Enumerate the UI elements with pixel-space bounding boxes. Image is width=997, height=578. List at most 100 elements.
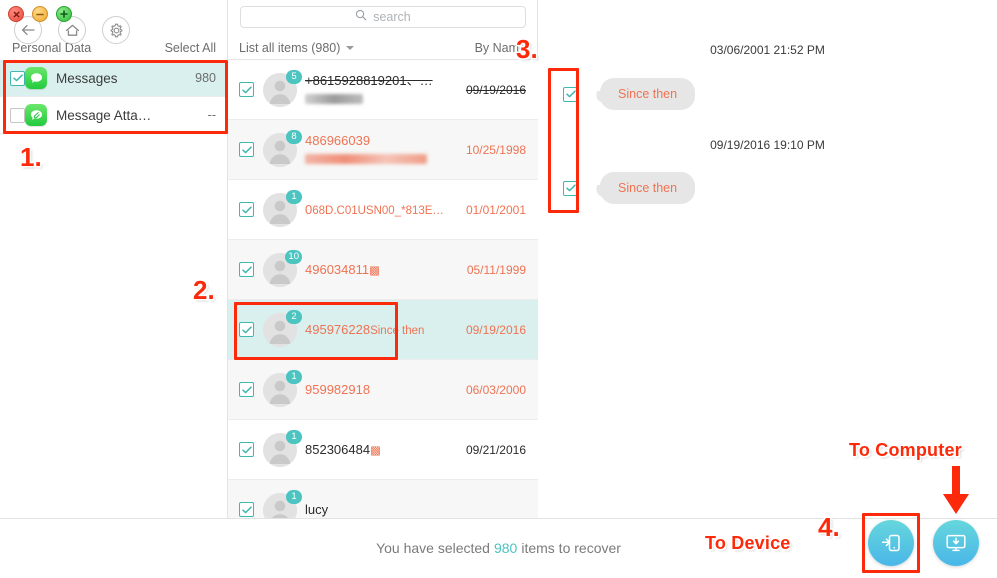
avatar: 1 bbox=[263, 193, 297, 227]
list-item-text: 068D.C01USN00_*813E… bbox=[305, 201, 440, 219]
avatar: 1 bbox=[263, 433, 297, 467]
recover-to-device-button[interactable] bbox=[868, 520, 914, 566]
list-item-date: 09/21/2016 bbox=[440, 443, 538, 457]
list-item-text: 959982918 bbox=[305, 381, 440, 399]
list-item-date: 05/11/1999 bbox=[440, 263, 538, 277]
avatar: 1 bbox=[263, 493, 297, 519]
message-detail-panel: 03/06/2001 21:52 PM Since then 09/19/201… bbox=[538, 0, 997, 518]
list-item-text: 486966039 bbox=[305, 132, 440, 168]
list-item-subtitle: ▩ bbox=[370, 445, 381, 457]
avatar: 1 bbox=[263, 373, 297, 407]
bottom-toolbar bbox=[0, 518, 997, 578]
message-bubble: Since then bbox=[600, 78, 695, 110]
list-item-text: +8615928819201、… bbox=[305, 72, 440, 108]
minimize-icon[interactable] bbox=[32, 6, 48, 22]
message-attachment-icon bbox=[25, 104, 47, 126]
list-item-checkbox[interactable] bbox=[239, 202, 254, 217]
list-item-date: 06/03/2000 bbox=[440, 383, 538, 397]
list-item-checkbox[interactable] bbox=[239, 82, 254, 97]
unread-badge: 2 bbox=[286, 310, 302, 324]
message-row: Since then bbox=[548, 172, 695, 204]
maximize-icon[interactable] bbox=[56, 6, 72, 22]
list-item[interactable]: 8486966039 10/25/1998 bbox=[228, 120, 538, 180]
list-item-subtitle: 68D.C01USN00_*813E… bbox=[312, 205, 444, 217]
to-computer-icon bbox=[944, 531, 968, 555]
list-item-date: 10/25/1998 bbox=[440, 143, 538, 157]
list-header: List all items (980) By Name bbox=[228, 36, 538, 60]
message-list[interactable]: 5+8615928819201、…09/19/2016848696603910/… bbox=[228, 60, 538, 518]
list-sort-button[interactable]: By Name bbox=[475, 41, 526, 55]
avatar: 5 bbox=[263, 73, 297, 107]
close-icon[interactable] bbox=[8, 6, 24, 22]
sidebar-checkbox-messages[interactable] bbox=[10, 71, 25, 86]
select-all-button[interactable]: Select All bbox=[165, 41, 216, 55]
unread-badge: 10 bbox=[285, 250, 302, 264]
list-item[interactable]: 2495976228Since then09/19/2016 bbox=[228, 300, 538, 360]
list-filter-label: List all items (980) bbox=[239, 41, 340, 55]
list-item-checkbox[interactable] bbox=[239, 262, 254, 277]
search-placeholder: search bbox=[373, 10, 411, 24]
list-item-subtitle: Since then bbox=[370, 325, 424, 337]
sidebar-checkbox-message-attachments[interactable] bbox=[10, 108, 25, 123]
list-item-subtitle: ▩ bbox=[369, 265, 380, 277]
list-item-text: 852306484▩ bbox=[305, 441, 440, 459]
settings-icon bbox=[109, 23, 124, 38]
settings-button[interactable] bbox=[102, 16, 130, 44]
list-item[interactable]: 1068D.C01USN00_*813E…01/01/2001 bbox=[228, 180, 538, 240]
list-item[interactable]: 1lucy bbox=[228, 480, 538, 518]
list-item-subtitle bbox=[305, 94, 363, 106]
message-list-column: search List all items (980) By Name 5+86… bbox=[228, 0, 538, 518]
list-item-title: +8615928819201、… bbox=[305, 73, 433, 88]
list-item-title: lucy bbox=[305, 502, 328, 517]
list-item-subtitle bbox=[305, 154, 427, 166]
message-checkbox[interactable] bbox=[563, 181, 578, 196]
sidebar: Personal Data Select All Messages 980 bbox=[0, 0, 228, 518]
unread-badge: 1 bbox=[286, 190, 302, 204]
message-bubble: Since then bbox=[600, 172, 695, 204]
search-bar: search bbox=[228, 0, 538, 34]
unread-badge: 5 bbox=[286, 70, 302, 84]
sidebar-item-label: Messages bbox=[56, 71, 195, 86]
sidebar-item-messages[interactable]: Messages 980 bbox=[0, 60, 228, 97]
list-item-title: 496034811 bbox=[305, 262, 369, 277]
list-item-checkbox[interactable] bbox=[239, 502, 254, 517]
window-controls bbox=[8, 6, 72, 22]
unread-badge: 1 bbox=[286, 490, 302, 504]
avatar: 10 bbox=[263, 253, 297, 287]
search-icon bbox=[355, 8, 367, 26]
message-timestamp: 03/06/2001 21:52 PM bbox=[538, 43, 997, 57]
list-item-text: lucy bbox=[305, 501, 440, 519]
list-item-title: 486966039 bbox=[305, 133, 370, 148]
avatar: 2 bbox=[263, 313, 297, 347]
list-filter-dropdown[interactable]: List all items (980) bbox=[239, 41, 354, 55]
to-device-icon bbox=[879, 531, 903, 555]
unread-badge: 8 bbox=[286, 130, 302, 144]
sidebar-item-label: Message Atta… bbox=[56, 108, 208, 123]
messages-icon bbox=[25, 67, 47, 89]
sidebar-item-list: Messages 980 Message Atta… -- bbox=[0, 60, 228, 134]
back-icon bbox=[21, 24, 35, 36]
list-item[interactable]: 10496034811▩05/11/1999 bbox=[228, 240, 538, 300]
recover-to-computer-button[interactable] bbox=[933, 520, 979, 566]
list-item-date: 09/19/2016 bbox=[440, 83, 538, 97]
list-item-title: 495976228 bbox=[305, 322, 370, 337]
sidebar-item-count: 980 bbox=[195, 71, 216, 85]
app-window: Personal Data Select All Messages 980 bbox=[0, 0, 997, 578]
chevron-down-icon bbox=[346, 46, 354, 50]
unread-badge: 1 bbox=[286, 430, 302, 444]
message-checkbox[interactable] bbox=[563, 87, 578, 102]
list-item-date: 09/19/2016 bbox=[440, 323, 538, 337]
list-item-checkbox[interactable] bbox=[239, 382, 254, 397]
list-item-checkbox[interactable] bbox=[239, 442, 254, 457]
list-item-checkbox[interactable] bbox=[239, 142, 254, 157]
list-item-text: 496034811▩ bbox=[305, 261, 440, 279]
unread-badge: 1 bbox=[286, 370, 302, 384]
list-item-date: 01/01/2001 bbox=[440, 203, 538, 217]
list-item-checkbox[interactable] bbox=[239, 322, 254, 337]
search-input[interactable]: search bbox=[240, 6, 526, 28]
list-item[interactable]: 5+8615928819201、…09/19/2016 bbox=[228, 60, 538, 120]
sidebar-item-message-attachments[interactable]: Message Atta… -- bbox=[0, 97, 228, 134]
list-item[interactable]: 1852306484▩09/21/2016 bbox=[228, 420, 538, 480]
list-item[interactable]: 195998291806/03/2000 bbox=[228, 360, 538, 420]
message-timestamp: 09/19/2016 19:10 PM bbox=[538, 138, 997, 152]
